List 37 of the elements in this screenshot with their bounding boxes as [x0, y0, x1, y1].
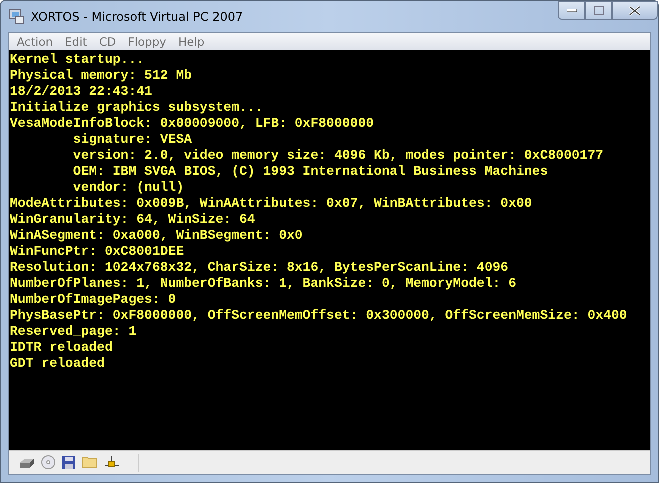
close-icon [629, 6, 641, 16]
console-line: version: 2.0, video memory size: 4096 Kb, modes pointer: 0xC8000177 [72, 148, 604, 164]
close-button[interactable] [612, 1, 658, 20]
menu-item[interactable]: Action [11, 34, 60, 48]
console-line: GDT reloaded [10, 356, 105, 372]
maximize-button[interactable] [585, 1, 612, 20]
console-line: ModeAttributes: 0x009B, WinAAttributes: 0x07, WinBAttributes: 0x00 [10, 196, 532, 212]
menu-item[interactable]: Help [172, 34, 211, 48]
console-line: Resolution: 1024x768x32, CharSize: 8x16, BytesPerScanLine: 4096 [10, 260, 509, 276]
console-line: Reserved_page: 1 [10, 324, 137, 340]
console-line: Physical memory: 512 Mb [10, 68, 192, 84]
console-line: OEM: IBM SVGA BIOS, (C) 1993 International Business Machines [72, 164, 548, 180]
console-line: signature: VESA [72, 132, 192, 148]
console-line: Kernel startup... [10, 52, 145, 68]
cd-icon [41, 455, 56, 470]
console-line: IDTR reloaded [10, 340, 113, 356]
computer-icon [8, 8, 26, 26]
console-line: PhysBasePtr: 0xF8000000, OffScreenMemOffset: 0x300000, OffScreenMemSize: 0x400 [10, 308, 628, 324]
console-line: NumberOfPlanes: 1, NumberOfBanks: 1, BankSize: 0, MemoryModel: 6 [10, 276, 516, 292]
hard-disk-icon [19, 456, 35, 468]
minimize-button[interactable] [558, 1, 585, 20]
folder-icon [82, 456, 98, 469]
window-title: XORTOS - Microsoft Virtual PC 2007 [31, 10, 244, 24]
console-line: WinASegment: 0xa000, WinBSegment: 0x0 [10, 228, 303, 244]
menu-item[interactable]: CD [93, 34, 122, 48]
maximize-icon [594, 6, 604, 15]
console-line: vendor: (null) [72, 180, 184, 196]
console-line: VesaModeInfoBlock: 0x00009000, LFB: 0xF8000000 [10, 116, 374, 132]
console-line: 18/2/2013 22:43:41 [10, 84, 152, 100]
console-line: WinGranularity: 64, WinSize: 64 [10, 212, 256, 228]
console-line: Initialize graphics subsystem... [10, 100, 264, 116]
menu-item[interactable]: Edit [59, 34, 94, 48]
network-icon [104, 456, 120, 470]
minimize-icon [566, 8, 576, 12]
menu-item[interactable]: Floppy [122, 34, 172, 48]
console-line: WinFuncPtr: 0xC8001DEE [10, 244, 184, 260]
console-line: NumberOfImagePages: 0 [10, 292, 176, 308]
